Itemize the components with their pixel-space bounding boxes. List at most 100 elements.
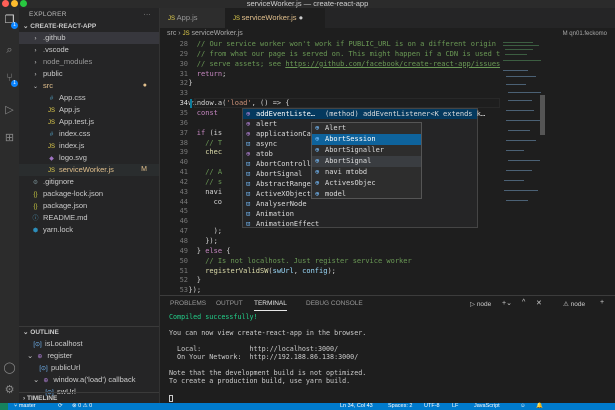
file-tree-item[interactable]: › .vscode xyxy=(19,44,159,56)
file-tree-item[interactable]: ⚙ .gitignore xyxy=(19,176,159,188)
file-name: src xyxy=(43,81,53,90)
file-tree-item[interactable]: JS serviceWorker.js M xyxy=(19,164,159,176)
file-tree-item[interactable]: # App.css xyxy=(19,92,159,104)
panel-tab-problems[interactable]: PROBLEMS xyxy=(170,300,206,307)
problems-indicator[interactable]: ⊗ 0 ⚠ 0 xyxy=(72,403,92,410)
suggestion-item[interactable]: ⊕ model xyxy=(312,189,421,200)
file-tree-item[interactable]: # index.css xyxy=(19,128,159,140)
line-number: 40 xyxy=(179,158,188,167)
outline-item[interactable]: [⊙] publicUrl xyxy=(19,362,159,374)
code-line: // Is not localhost. Just register servi… xyxy=(205,256,412,265)
line-number: 52 xyxy=(179,276,188,285)
panel-tab-terminal[interactable]: TERMINAL xyxy=(254,300,287,311)
file-tree-item[interactable]: › .github xyxy=(19,32,159,44)
close-window-button[interactable] xyxy=(2,0,9,7)
terminal-selector[interactable]: ▷ node xyxy=(470,300,491,308)
minimap[interactable] xyxy=(500,40,545,295)
remote-indicator[interactable] xyxy=(0,403,8,410)
status-bar: ⑂ master ⟳ ⊗ 0 ⚠ 0 Ln 34, Col 43 Spaces:… xyxy=(0,403,615,410)
tab-serviceworker-js[interactable]: JS serviceWorker.js ● xyxy=(225,8,325,28)
end-of-line[interactable]: LF xyxy=(452,403,458,410)
file-tree-item[interactable]: {} package.json xyxy=(19,200,159,212)
method-icon: ⊕ xyxy=(246,110,251,118)
symbol-icon: ⊕ xyxy=(315,135,320,143)
code-line: // from what our page is served on. This… xyxy=(196,49,500,58)
outline-item[interactable]: ⌄ ⊕ window.a('load') callback xyxy=(19,374,159,386)
extensions-icon[interactable]: ⊞ xyxy=(3,132,16,145)
line-number: 32 xyxy=(179,79,188,88)
timeline-section-header[interactable]: › TIMELINE xyxy=(19,392,159,403)
settings-gear-icon[interactable]: ⚙ xyxy=(3,384,16,397)
file-tree-item[interactable]: ⓘ README.md xyxy=(19,212,159,224)
branch-indicator[interactable]: ⑂ master xyxy=(14,403,36,410)
file-tree-item[interactable]: ⬢ yarn.lock xyxy=(19,224,159,236)
minimize-window-button[interactable] xyxy=(11,0,18,7)
search-icon[interactable]: ⌕ xyxy=(3,44,16,57)
project-section-header[interactable]: ⌄ CREATE-REACT-APP xyxy=(19,21,159,32)
notifications-bell-icon[interactable]: 🔔 xyxy=(536,403,543,410)
file-tree-item[interactable]: JS App.test.js xyxy=(19,116,159,128)
language-mode[interactable]: JavaScript xyxy=(474,403,500,410)
file-tree-item[interactable]: JS index.js xyxy=(19,140,159,152)
tab-close-icon[interactable]: ● xyxy=(299,13,304,22)
sync-button[interactable]: ⟳ xyxy=(58,403,63,410)
panel-tab-debug-console[interactable]: DEBUG CONSOLE xyxy=(306,300,363,307)
maximize-window-button[interactable] xyxy=(20,0,27,7)
outline-label: isLocalhost xyxy=(45,339,83,348)
new-terminal-button[interactable]: +⌄ xyxy=(502,299,512,307)
suggestion-item[interactable]: ⊕ navi mtobd xyxy=(312,167,421,178)
breadcrumb-file[interactable]: serviceWorker.js xyxy=(192,30,243,37)
terminal-output[interactable]: Compiled successfully! You can now view c… xyxy=(169,313,366,385)
file-tree-item[interactable]: JS App.js xyxy=(19,104,159,116)
outline-item[interactable]: [⊙] isLocalhost xyxy=(19,338,159,350)
line-number: 38 xyxy=(179,138,188,147)
file-tree-item[interactable]: › public xyxy=(19,68,159,80)
file-tree-item[interactable]: {} package-lock.json xyxy=(19,188,159,200)
terminal-name: node xyxy=(570,301,586,308)
outline-item[interactable]: ⌄ ⊕ register xyxy=(19,350,159,362)
outline-title: OUTLINE xyxy=(30,329,59,336)
file-tree-item[interactable]: › node_modules xyxy=(19,56,159,68)
tab-app-js[interactable]: JS App.js xyxy=(160,8,225,28)
suggestion-label: model xyxy=(325,190,347,198)
file-tree-item[interactable]: ◆ logo.svg xyxy=(19,152,159,164)
feedback-icon[interactable]: ☺ xyxy=(520,403,526,410)
suggestion-item[interactable]: ⊕ AbortSignal xyxy=(312,156,421,167)
account-icon[interactable]: ◯ xyxy=(3,362,16,375)
suggestion-item[interactable]: ⊕ Alert xyxy=(312,123,421,134)
outline-section-header[interactable]: ⌄ OUTLINE xyxy=(19,327,159,338)
variable-icon: ⊡ xyxy=(246,170,251,178)
more-actions-button[interactable]: ··· xyxy=(144,8,151,21)
explorer-icon[interactable]: ❐ 1 xyxy=(3,14,18,29)
suggestion-item[interactable]: ⊕ AbortSession xyxy=(312,134,421,145)
minimap-slider[interactable] xyxy=(540,95,545,135)
terminal-name: node xyxy=(476,301,492,308)
line-number: 34 xyxy=(179,99,188,108)
indentation[interactable]: Spaces: 2 xyxy=(388,403,412,410)
suggestion-item[interactable]: ⊕ ActivesObjec xyxy=(312,178,421,189)
terminal-selector-2[interactable]: ⚠ node xyxy=(563,300,585,308)
suggestion-item[interactable]: ⊡ Animation xyxy=(243,209,477,219)
encoding[interactable]: UTF-8 xyxy=(424,403,440,410)
close-panel-button[interactable]: ✕ xyxy=(536,299,542,307)
breadcrumb-folder[interactable]: src xyxy=(167,30,176,37)
code-line: return; xyxy=(196,69,227,78)
suggestion-item[interactable]: ⊕ addEventListe… (method) addEventListener… xyxy=(243,109,485,119)
panel-tab-output[interactable]: OUTPUT xyxy=(216,300,243,307)
cursor-position[interactable]: Ln 34, Col 43 xyxy=(340,403,373,410)
run-debug-icon[interactable]: ▷ xyxy=(3,104,16,117)
suggestion-label: ActiveXObject xyxy=(256,190,311,198)
maximize-panel-button[interactable]: ^ xyxy=(522,299,525,306)
line-number: 41 xyxy=(179,168,188,177)
file-tree-item[interactable]: ⌄ src ● xyxy=(19,80,159,92)
source-control-icon[interactable]: ⑂ 1 xyxy=(3,72,18,87)
suggestion-label: addEventListe… xyxy=(256,110,316,118)
suggestion-item[interactable]: ⊕ AbortSignaller xyxy=(312,145,421,156)
symbol-icon: ⊕ xyxy=(315,146,320,154)
suggestion-item[interactable]: ⊡ AnimationEffect xyxy=(243,219,477,229)
outline-label: publicUrl xyxy=(51,363,81,372)
new-terminal-button-2[interactable]: + xyxy=(600,299,604,306)
suggestion-item[interactable]: ⊡ AnalyserNode xyxy=(243,199,477,209)
variable-icon: ⊡ xyxy=(246,190,251,198)
